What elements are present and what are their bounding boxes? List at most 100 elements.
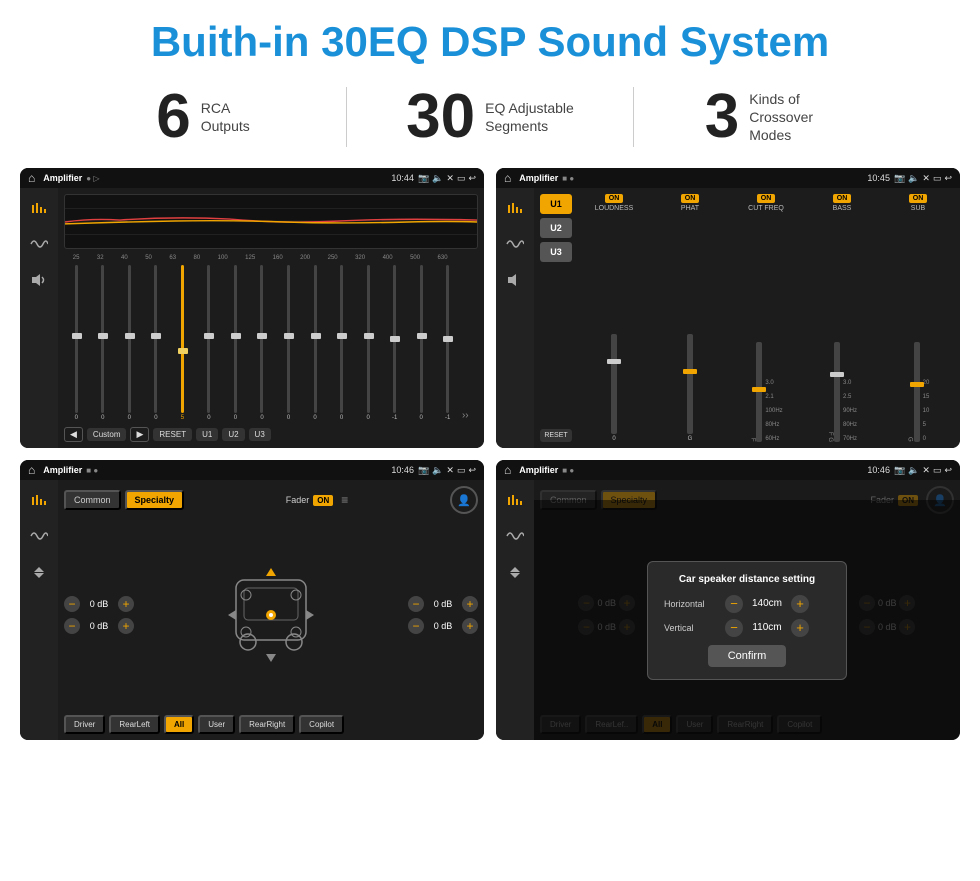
fader-bars-icon: ≡ — [341, 493, 348, 507]
fader-db4-plus[interactable]: + — [462, 618, 478, 634]
fader-db2-minus[interactable]: − — [64, 618, 80, 634]
eq-screen-content: 25 32 40 50 63 80 100 125 160 200 250 32… — [20, 188, 484, 448]
fader-rearleft-button[interactable]: RearLeft — [109, 715, 160, 734]
fader-driver-button[interactable]: Driver — [64, 715, 105, 734]
eq-slider-6[interactable]: 0 — [223, 265, 248, 421]
eq-graph — [64, 194, 478, 249]
fader-db4-minus[interactable]: − — [408, 618, 424, 634]
dialog-sidebar-eq[interactable] — [503, 488, 527, 512]
fader-user-icon[interactable]: 👤 — [450, 486, 478, 514]
eq-play-button[interactable]: ▶ — [130, 427, 149, 442]
eq-sidebar-volume[interactable] — [27, 268, 51, 292]
crossover-sidebar-vol[interactable] — [503, 268, 527, 292]
bass-label: BASS — [833, 205, 852, 212]
fader-db1-plus[interactable]: + — [118, 596, 134, 612]
fader-db3-plus[interactable]: + — [462, 596, 478, 612]
dialog-rect-icon: ▭ — [933, 465, 942, 476]
crossover-home-icon[interactable]: ⌂ — [504, 171, 511, 185]
back-icon[interactable]: ↩ — [468, 173, 476, 184]
stat-crossover-number: 3 — [705, 86, 739, 148]
vertical-minus-button[interactable]: − — [725, 619, 743, 637]
horizontal-minus-button[interactable]: − — [725, 595, 743, 613]
crossover-sidebar-eq[interactable] — [503, 196, 527, 220]
fader-db-row-4: − 0 dB + — [408, 618, 478, 634]
crossover-reset-button[interactable]: RESET — [540, 429, 572, 442]
eq-u2-button[interactable]: U2 — [222, 428, 244, 441]
dialog-sidebar-expand[interactable] — [503, 560, 527, 584]
eq-dot1: ● ▷ — [86, 174, 99, 183]
fader-all-button[interactable]: All — [164, 715, 194, 734]
fader-screen-content: Common Specialty Fader ON ≡ 👤 − 0 dB + — [20, 480, 484, 740]
dialog-sidebar — [496, 480, 534, 740]
fader-time: 10:46 — [391, 465, 414, 475]
fader-rect-icon: ▭ — [457, 465, 466, 476]
fader-specialty-tab[interactable]: Specialty — [125, 490, 185, 510]
bass-on-badge: ON — [833, 194, 852, 203]
crossover-u1-button[interactable]: U1 — [540, 194, 572, 214]
fader-db2-plus[interactable]: + — [118, 618, 134, 634]
crossover-u2-button[interactable]: U2 — [540, 218, 572, 238]
fader-user-button[interactable]: User — [198, 715, 235, 734]
eq-prev-button[interactable]: ◀ — [64, 427, 83, 442]
fader-db-row-3: − 0 dB + — [408, 596, 478, 612]
eq-slider-14[interactable]: -1 — [435, 265, 460, 421]
crossover-sidebar-wave[interactable] — [503, 232, 527, 256]
dialog-camera-icon: 📷 — [894, 465, 905, 476]
eq-sidebar-wave[interactable] — [27, 232, 51, 256]
crossover-back-icon[interactable]: ↩ — [944, 173, 952, 184]
vertical-stepper: − 110cm + — [725, 619, 809, 637]
eq-slider-1[interactable]: 0 — [91, 265, 116, 421]
car-diagram — [140, 560, 402, 670]
eq-slider-10[interactable]: 0 — [329, 265, 354, 421]
eq-slider-4[interactable]: 5 — [170, 265, 195, 421]
eq-slider-12[interactable]: -1 — [382, 265, 407, 421]
eq-u1-button[interactable]: U1 — [196, 428, 218, 441]
channel-cutfreq: ON CUT FREQ F 3.0 2.1 100Hz 80Hz 60Hz — [730, 194, 802, 442]
fader-sidebar-wave[interactable] — [27, 524, 51, 548]
eq-custom-button[interactable]: Custom — [87, 428, 127, 441]
fader-copilot-button[interactable]: Copilot — [299, 715, 344, 734]
eq-u3-button[interactable]: U3 — [249, 428, 271, 441]
dialog-vol-icon: 🔈 — [908, 465, 919, 476]
fader-back-icon[interactable]: ↩ — [468, 465, 476, 476]
fader-label: Fader — [286, 495, 310, 505]
dialog-back-icon[interactable]: ↩ — [944, 465, 952, 476]
stats-row: 6 RCA Outputs 30 EQ Adjustable Segments … — [0, 76, 980, 162]
eq-slider-5[interactable]: 0 — [197, 265, 222, 421]
eq-slider-13[interactable]: 0 — [409, 265, 434, 421]
eq-slider-9[interactable]: 0 — [303, 265, 328, 421]
fader-db3-value: 0 dB — [427, 599, 459, 609]
fader-screen: ⌂ Amplifier ■ ● 10:46 📷 🔈 ✕ ▭ ↩ — [20, 460, 484, 740]
crossover-screen: ⌂ Amplifier ■ ● 10:45 📷 🔈 ✕ ▭ ↩ — [496, 168, 960, 448]
eq-slider-7[interactable]: 0 — [250, 265, 275, 421]
fader-common-tab[interactable]: Common — [64, 490, 121, 510]
loudness-on-badge: ON — [605, 194, 624, 203]
dialog-sidebar-wave[interactable] — [503, 524, 527, 548]
fader-sidebar-eq[interactable] — [27, 488, 51, 512]
vertical-plus-button[interactable]: + — [791, 619, 809, 637]
fader-rearright-button[interactable]: RearRight — [239, 715, 295, 734]
eq-reset-button[interactable]: RESET — [153, 428, 192, 441]
fader-db1-value: 0 dB — [83, 599, 115, 609]
crossover-u3-button[interactable]: U3 — [540, 242, 572, 262]
fader-body: − 0 dB + − 0 dB + — [64, 518, 478, 711]
confirm-button[interactable]: Confirm — [708, 645, 787, 667]
eq-sidebar — [20, 188, 58, 448]
dialog-home-icon[interactable]: ⌂ — [504, 463, 511, 477]
eq-slider-2[interactable]: 0 — [117, 265, 142, 421]
fader-home-icon[interactable]: ⌂ — [28, 463, 35, 477]
horizontal-value: 140cm — [747, 598, 787, 609]
fader-db1-minus[interactable]: − — [64, 596, 80, 612]
fader-db3-minus[interactable]: − — [408, 596, 424, 612]
eq-slider-8[interactable]: 0 — [276, 265, 301, 421]
horizontal-plus-button[interactable]: + — [791, 595, 809, 613]
horizontal-label: Horizontal — [664, 599, 719, 609]
loudness-label: LOUDNESS — [595, 205, 634, 212]
eq-sidebar-equalizer[interactable] — [27, 196, 51, 220]
eq-slider-0[interactable]: 0 — [64, 265, 89, 421]
fader-sidebar-expand[interactable] — [27, 560, 51, 584]
eq-slider-3[interactable]: 0 — [144, 265, 169, 421]
eq-slider-11[interactable]: 0 — [356, 265, 381, 421]
dialog-close-icon: ✕ — [922, 465, 930, 476]
home-icon[interactable]: ⌂ — [28, 171, 35, 185]
